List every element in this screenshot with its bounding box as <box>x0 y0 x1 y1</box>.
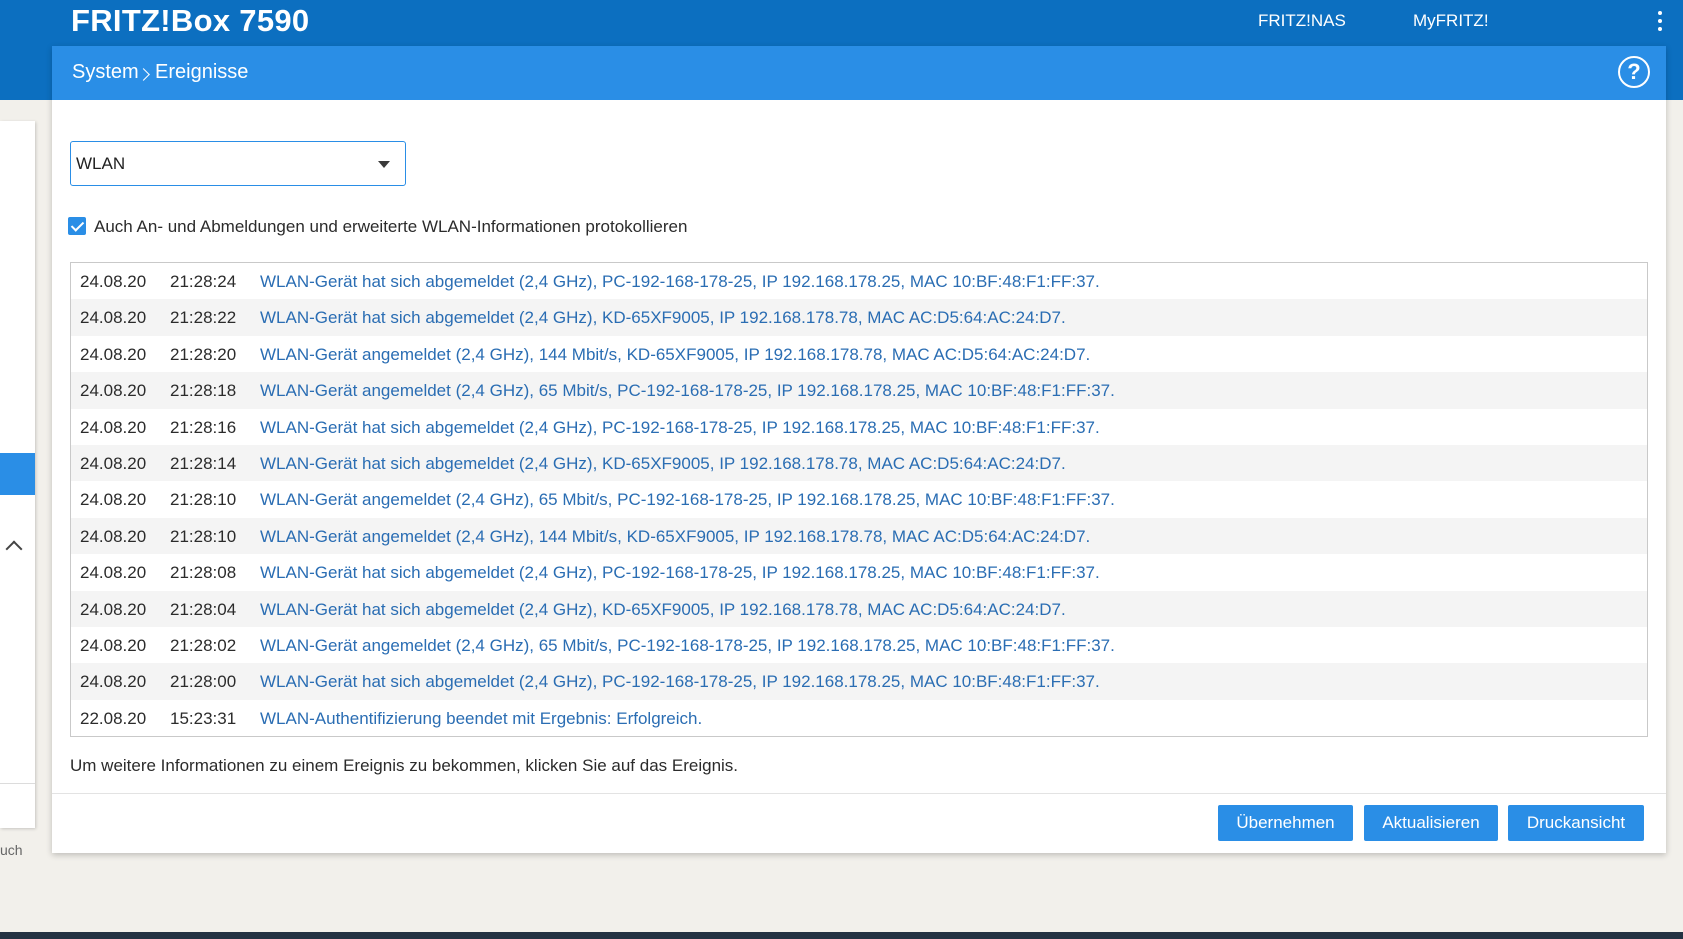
event-date: 24.08.20 <box>80 308 147 328</box>
refresh-button[interactable]: Aktualisieren <box>1364 805 1498 841</box>
event-message[interactable]: WLAN-Gerät angemeldet (2,4 GHz), 144 Mbi… <box>260 527 1090 547</box>
event-row[interactable]: 24.08.20 21:28:14 WLAN-Gerät hat sich abge… <box>71 444 1647 482</box>
event-date: 24.08.20 <box>80 599 147 619</box>
event-message[interactable]: WLAN-Gerät hat sich abgemeldet (2,4 GHz)… <box>260 454 1066 474</box>
event-date: 24.08.20 <box>80 272 147 291</box>
event-message[interactable]: WLAN-Gerät hat sich abgemeldet (2,4 GHz)… <box>260 672 1100 692</box>
event-message[interactable]: WLAN-Gerät hat sich abgemeldet (2,4 GHz)… <box>260 308 1066 328</box>
event-date: 24.08.20 <box>80 453 147 473</box>
chevron-right-icon <box>137 68 150 81</box>
event-message[interactable]: WLAN-Gerät angemeldet (2,4 GHz), 65 Mbit… <box>260 490 1115 510</box>
event-message[interactable]: WLAN-Gerät hat sich abgemeldet (2,4 GHz)… <box>260 563 1100 583</box>
event-date: 22.08.20 <box>80 708 147 728</box>
event-time: 21:28:18 <box>170 381 237 401</box>
event-time: 21:28:20 <box>170 344 237 364</box>
event-date: 24.08.20 <box>80 490 147 510</box>
product-title: FRITZ!Box 7590 <box>71 3 310 38</box>
event-row[interactable]: 24.08.20 21:28:18 WLAN-Gerät angemeldet (2… <box>71 372 1647 409</box>
side-navigation <box>0 121 35 828</box>
event-row[interactable]: 24.08.20 21:28:00 WLAN-Gerät hat sich abge… <box>71 663 1647 700</box>
sidebar-active-item[interactable] <box>0 453 35 495</box>
event-time: 21:28:08 <box>170 563 237 583</box>
event-row[interactable]: 24.08.20 21:28:10 WLAN-Gerät angemeldet (2… <box>71 481 1647 517</box>
sidebar-divider <box>0 783 35 784</box>
event-row[interactable]: 24.08.20 21:28:20 WLAN-Gerät angemeldet (2… <box>71 336 1647 372</box>
event-message[interactable]: WLAN-Gerät angemeldet (2,4 GHz), 65 Mbit… <box>260 636 1115 656</box>
sidebar-footer-link[interactable]: uch <box>0 842 23 858</box>
breadcrumb: System Ereignisse ? <box>52 46 1666 100</box>
main-panel: System Ereignisse ? WLAN Auch An- und Ab… <box>52 46 1666 853</box>
kebab-menu-icon[interactable] <box>1654 11 1666 33</box>
fritznas-link[interactable]: FRITZ!NAS <box>1258 11 1346 31</box>
event-row[interactable]: 24.08.20 21:28:02 WLAN-Gerät angemeldet (2… <box>71 627 1647 663</box>
page-footer-bar <box>0 932 1683 939</box>
event-hint-text: Um weitere Informationen zu einem Ereign… <box>70 756 739 775</box>
event-message[interactable]: WLAN-Authentifizierung beendet mit Ergeb… <box>260 709 702 729</box>
breadcrumb-ereignisse: Ereignisse <box>155 61 249 83</box>
event-date: 24.08.20 <box>80 672 147 692</box>
event-time: 21:28:00 <box>170 672 237 692</box>
footer-divider <box>52 793 1666 794</box>
myfritz-link[interactable]: MyFRITZ! <box>1413 11 1489 31</box>
event-date: 24.08.20 <box>80 381 147 401</box>
event-row[interactable]: 24.08.20 21:28:16 WLAN-Gerät hat sich abge… <box>71 409 1647 445</box>
event-row[interactable]: 24.08.20 21:28:04 WLAN-Gerät hat sich abge… <box>71 590 1647 627</box>
log-extended-label[interactable]: Auch An- und Abmeldungen und erweiterte … <box>94 217 687 237</box>
event-time: 21:28:04 <box>170 599 237 619</box>
event-time: 21:28:16 <box>170 417 237 437</box>
event-date: 24.08.20 <box>80 417 147 437</box>
event-row[interactable]: 22.08.20 15:23:31 WLAN-Authentifizierung b… <box>71 700 1647 736</box>
event-log-list: 24.08.20 21:28:24 WLAN-Gerät hat sich abge… <box>70 262 1648 737</box>
breadcrumb-system[interactable]: System <box>72 61 139 84</box>
event-time: 15:23:31 <box>170 708 237 728</box>
event-row[interactable]: 24.08.20 21:28:22 WLAN-Gerät hat sich abge… <box>71 299 1647 336</box>
event-message[interactable]: WLAN-Gerät hat sich abgemeldet (2,4 GHz)… <box>260 418 1100 438</box>
event-time: 21:28:10 <box>170 490 237 510</box>
event-date: 24.08.20 <box>80 526 147 546</box>
event-row[interactable]: 24.08.20 21:28:10 WLAN-Gerät angemeldet (2… <box>71 517 1647 555</box>
event-time: 21:28:22 <box>170 308 237 328</box>
help-icon[interactable]: ? <box>1618 56 1650 88</box>
event-message[interactable]: WLAN-Gerät hat sich abgemeldet (2,4 GHz)… <box>260 600 1066 620</box>
event-time: 21:28:02 <box>170 635 237 655</box>
event-date: 24.08.20 <box>80 344 147 364</box>
log-extended-checkbox[interactable] <box>68 217 86 235</box>
event-row[interactable]: 24.08.20 21:28:08 WLAN-Gerät hat sich abge… <box>71 554 1647 590</box>
print-view-button[interactable]: Druckansicht <box>1508 805 1644 841</box>
event-time: 21:28:14 <box>170 453 237 473</box>
chevron-down-icon <box>378 161 390 168</box>
event-message[interactable]: WLAN-Gerät angemeldet (2,4 GHz), 144 Mbi… <box>260 345 1090 365</box>
event-date: 24.08.20 <box>80 563 147 583</box>
event-filter-value: WLAN <box>76 154 126 173</box>
event-message[interactable]: WLAN-Gerät angemeldet (2,4 GHz), 65 Mbit… <box>260 381 1115 401</box>
event-message[interactable]: WLAN-Gerät hat sich abgemeldet (2,4 GHz)… <box>260 272 1100 292</box>
event-date: 24.08.20 <box>80 635 147 655</box>
top-header: FRITZ!Box 7590 FRITZ!NAS MyFRITZ! <box>0 0 1683 46</box>
event-time: 21:28:10 <box>170 526 237 546</box>
apply-button[interactable]: Übernehmen <box>1218 805 1353 841</box>
chevron-up-icon[interactable] <box>5 540 23 558</box>
event-row[interactable]: 24.08.20 21:28:24 WLAN-Gerät hat sich abge… <box>71 263 1647 299</box>
event-filter-select[interactable]: WLAN <box>70 141 406 186</box>
event-time: 21:28:24 <box>170 272 237 291</box>
